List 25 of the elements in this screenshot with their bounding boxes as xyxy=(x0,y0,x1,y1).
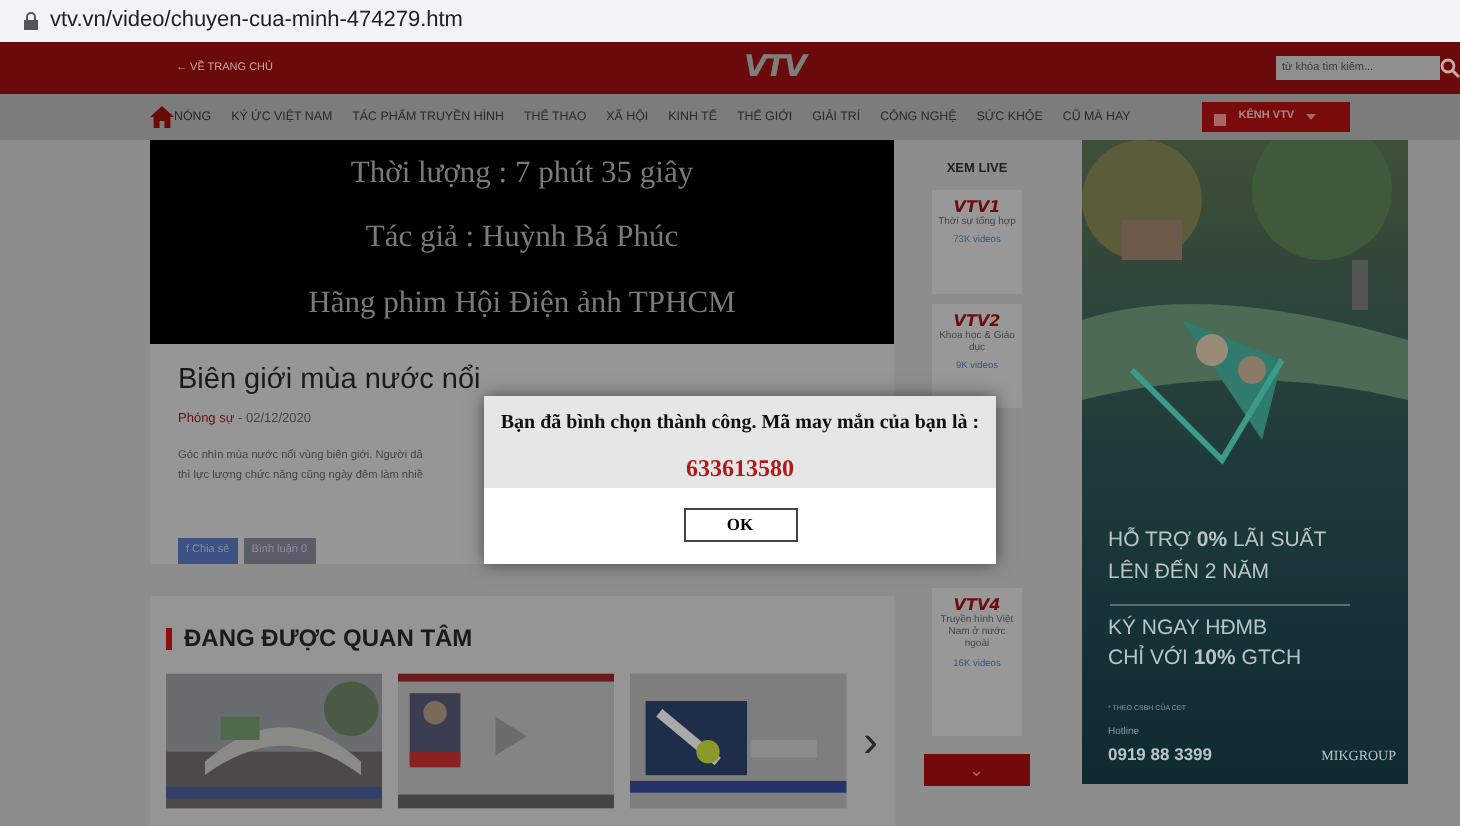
expand-button[interactable]: ⌄ xyxy=(924,754,1030,786)
section-title: ĐANG ĐƯỢC QUAN TÂM xyxy=(184,622,473,656)
dialog-message: Bạn đã bình chọn thành công. Mã may mắn của bạn là : xyxy=(498,410,982,438)
article-title: Biên giới mùa nước nổi xyxy=(178,364,483,399)
home-icon xyxy=(150,106,174,128)
lucky-code: 633613580 xyxy=(684,452,796,486)
hotline-number: 0919 88 3399 xyxy=(1108,741,1212,767)
video-caption: Thời lượng : 7 phút 35 giây xyxy=(350,157,694,189)
channel-logo: VTV4 xyxy=(951,595,1003,614)
channel-logo: VTV2 xyxy=(951,311,1003,330)
section-marker xyxy=(166,627,172,649)
ad-headline: KÝ NGAY HĐMB xyxy=(1108,613,1270,643)
search-icon xyxy=(1440,58,1460,78)
ad-headline: LÊN ĐẾN 2 NĂM xyxy=(1108,557,1272,588)
video-player[interactable]: Thời lượng : 7 phút 35 giây Tác giả : Huỳnh Bá Phúc Hãng phim Hội Điện ảnh TPHCM xyxy=(150,140,894,344)
caret-icon xyxy=(1306,114,1317,120)
ad-headline: HỖ TRỢ 0% LÃI SUẤT xyxy=(1108,526,1329,556)
next-button[interactable]: › xyxy=(863,719,878,763)
site-logo[interactable]: VTV xyxy=(744,48,805,84)
ok-button[interactable]: OK xyxy=(683,508,797,542)
video-caption: Hãng phim Hội Điện ảnh TPHCM xyxy=(308,287,736,319)
video-caption: Tác giả : Huỳnh Bá Phúc xyxy=(365,222,679,254)
lock-icon xyxy=(24,12,38,30)
ad-headline: CHỈ VỚI 10% GTCH xyxy=(1108,644,1304,675)
channel-logo: VTV1 xyxy=(951,197,1003,216)
